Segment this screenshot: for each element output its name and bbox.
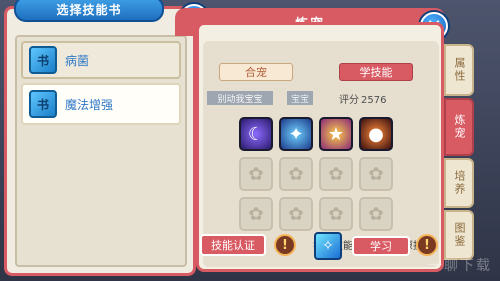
watermark: 一聊下载 [428,258,492,274]
side-tab-attributes[interactable]: 属性 [444,44,474,96]
skill-book-item[interactable]: 书 病菌 [21,41,181,79]
skill-book-preview-icon: ✧ [314,232,342,260]
skill-certify-button[interactable]: 技能认证 [200,234,266,256]
pet-name: 别动我宝宝 [207,91,273,105]
empty-skill-slot[interactable]: ✿ [359,197,393,231]
info-icon[interactable]: ! [274,234,296,256]
empty-skill-slot[interactable]: ✿ [319,197,353,231]
tab-learn-skill[interactable]: 学技能 [339,63,413,81]
empty-skill-slot[interactable]: ✿ [279,197,313,231]
tab-merge[interactable]: 合宠 [219,63,293,81]
info-icon[interactable]: ! [416,234,438,256]
skill-grid: ☾ ✦ ★ ● ✿ ✿ ✿ ✿ ✿ ✿ ✿ ✿ [239,117,399,237]
pet-score: 评分 2576 [337,91,386,106]
skill-book-list: 书 病菌 书 魔法增强 [15,35,187,267]
skill-slot-wind-icon[interactable]: ✦ [279,117,313,151]
skill-slot-ghost-icon[interactable]: ☾ [239,117,273,151]
learn-button[interactable]: 学习 [352,236,410,256]
book-name: 魔法增强 [65,97,114,112]
skill-book-panel: 书 病菌 书 魔法增强 [4,6,196,276]
book-icon: 书 [29,46,57,74]
book-name: 病菌 [65,53,90,68]
skill-book-panel-title: 选择技能书 [14,0,164,22]
book-icon: 书 [29,90,57,118]
empty-skill-slot[interactable]: ✿ [359,157,393,191]
empty-skill-slot[interactable]: ✿ [319,157,353,191]
empty-skill-slot[interactable]: ✿ [239,197,273,231]
skill-slot-star-icon[interactable]: ★ [319,117,353,151]
side-tab-cultivate[interactable]: 培养 [444,158,474,208]
score-value: 2576 [361,95,387,106]
side-tab-pet-training[interactable]: 炼宠 [444,98,474,156]
score-label: 评分 [339,95,359,106]
skill-slot-fire-icon[interactable]: ● [359,117,393,151]
empty-skill-slot[interactable]: ✿ [279,157,313,191]
empty-skill-slot[interactable]: ✿ [239,157,273,191]
skill-book-item-selected[interactable]: 书 魔法增强 [21,83,181,125]
pet-tag: 宝宝 [287,91,313,105]
side-tab-encyclopedia[interactable]: 图鉴 [444,210,474,260]
